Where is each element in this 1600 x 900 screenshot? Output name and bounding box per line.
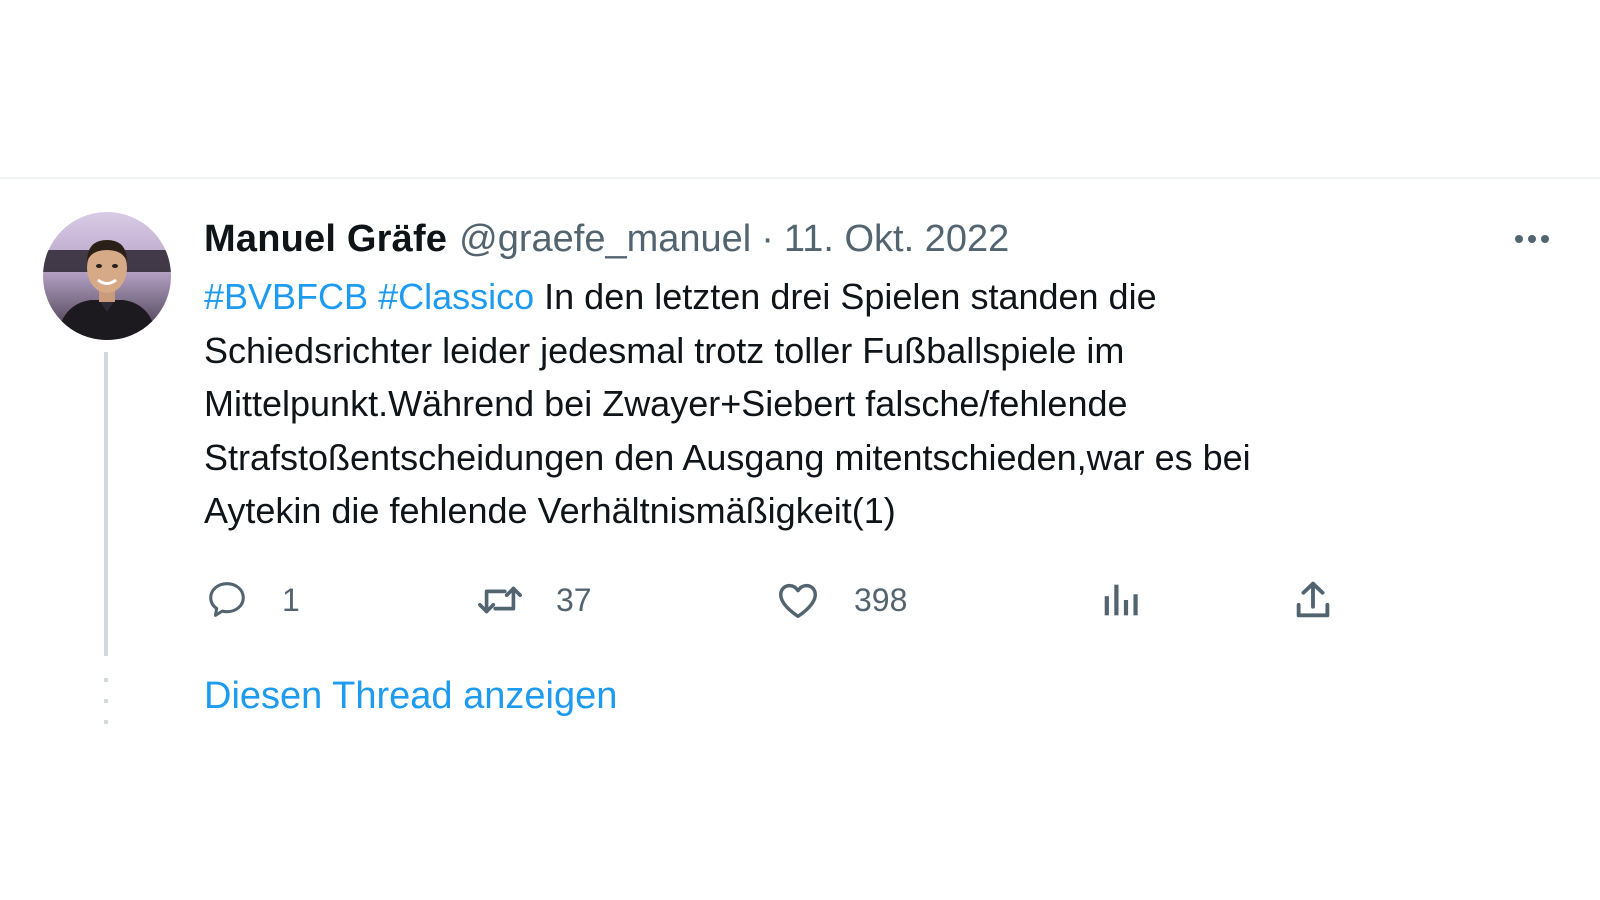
views-button[interactable] [1098, 572, 1144, 628]
tweet-text-line: Strafstoßentscheidungen den Ausgang mite… [204, 436, 1251, 478]
share-upload-icon [1296, 581, 1330, 618]
tweet-text-line: Schiedsrichter leider jedesmal trotz tol… [204, 329, 1125, 371]
thread-dot [104, 699, 108, 703]
avatar[interactable] [43, 212, 171, 340]
top-divider [0, 177, 1600, 179]
reply-count: 1 [282, 581, 300, 618]
share-button[interactable] [1290, 572, 1336, 628]
tweet-text-line: Mittelpunkt.Während bei Zwayer+Siebert f… [204, 383, 1128, 424]
thread-dot [104, 678, 108, 682]
retweet-arrows-icon [478, 586, 522, 614]
author-handle[interactable]: @graefe_manuel [459, 218, 751, 261]
hashtag-link[interactable]: #BVBFCB [204, 276, 368, 317]
more-horizontal-icon [1515, 235, 1523, 243]
retweet-count: 37 [556, 581, 592, 618]
heart-icon [779, 583, 817, 619]
retweet-button[interactable]: 37 [474, 572, 592, 628]
tweet-header: Manuel Gräfe @graefe_manuel · 11. Okt. 2… [204, 214, 1009, 264]
show-thread-link[interactable]: Diesen Thread anzeigen [204, 675, 617, 718]
like-count: 398 [854, 581, 908, 618]
thread-dot [104, 720, 108, 724]
thread-connector-line [104, 352, 108, 656]
tweet-date[interactable]: 11. Okt. 2022 [784, 218, 1009, 261]
hashtag-link[interactable]: #Classico [378, 276, 534, 317]
tweet-text: #BVBFCB #Classico In den letzten drei Sp… [204, 270, 1454, 538]
tweet-text-line: Aytekin die fehlende Verhältnismäßigkeit… [204, 490, 896, 531]
author-name[interactable]: Manuel Gräfe [204, 218, 447, 261]
speech-bubble-icon [209, 582, 245, 617]
header-separator: · [761, 217, 774, 260]
more-options-button[interactable] [1508, 224, 1556, 254]
more-dot [1528, 235, 1536, 243]
tweet-text-line: #BVBFCB #Classico In den letzten drei Sp… [204, 270, 1454, 324]
avatar-photo [43, 212, 171, 340]
thread-dotted-connector [104, 678, 108, 724]
tweet-text-segment: In den letzten drei Spielen standen die [544, 276, 1157, 317]
reply-button[interactable]: 1 [204, 572, 300, 628]
like-button[interactable]: 398 [774, 572, 907, 628]
bar-chart-icon [1104, 584, 1138, 616]
more-dot [1541, 235, 1549, 243]
